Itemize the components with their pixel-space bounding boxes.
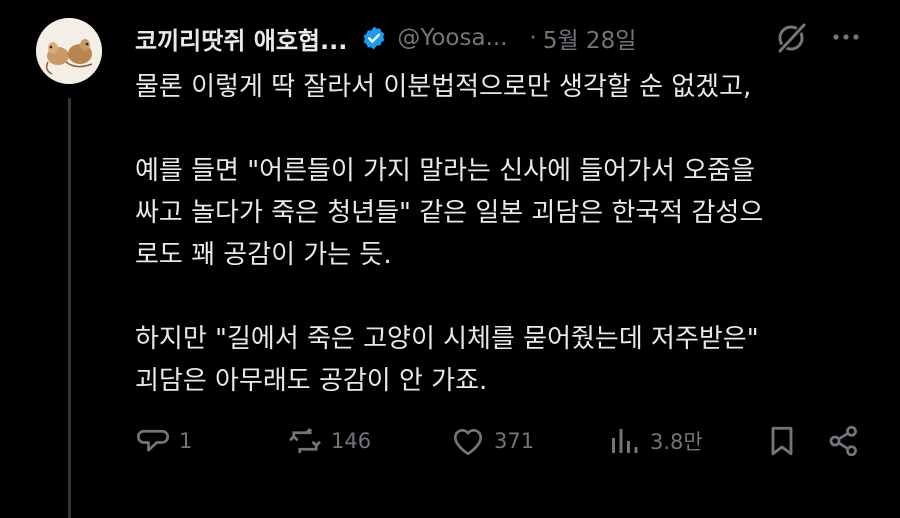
verified-badge-icon [364, 26, 385, 50]
reply-button[interactable]: 1 [135, 418, 192, 464]
share-button[interactable] [826, 418, 862, 464]
post-line: 로도 꽤 공감이 가는 듯. [135, 240, 392, 270]
two-mice-icon [36, 18, 102, 84]
heart-icon [453, 428, 483, 456]
post-line: 물론 이렇게 딱 잘라서 이분법적으로만 생각할 순 없겠고, [135, 72, 752, 102]
views-chart-icon [612, 429, 638, 453]
reply-count: 1 [179, 429, 193, 453]
reply-icon [136, 429, 170, 452]
post-line: 예를 들면 "어른들이 가지 말라는 신사에 들어가서 오줌을 [135, 156, 755, 186]
grok-icon[interactable] [773, 20, 809, 56]
repost-button[interactable]: 146 [287, 418, 371, 464]
author-name[interactable]: 코끼리땃쥐 애호협... [135, 21, 347, 56]
views-button[interactable]: 3.8만 [606, 418, 703, 464]
share-icon [829, 425, 857, 457]
avatar[interactable] [36, 18, 102, 84]
separator-dot: · [529, 25, 537, 51]
repost-count: 146 [331, 429, 372, 453]
repost-icon [289, 428, 321, 453]
bookmark-button[interactable] [764, 418, 800, 464]
author-handle[interactable]: @Yoosa... [397, 25, 507, 51]
post-body: 물론 이렇게 딱 잘라서 이분법적으로만 생각할 순 없겠고, 예를 들면 "어… [135, 66, 875, 402]
post-header: 코끼리땃쥐 애호협... @Yoosa... · 5월 28일 [135, 18, 636, 58]
post-line: 하지만 "길에서 죽은 고양이 시체를 묻어줬는데 저주받은" [135, 324, 759, 354]
views-count: 3.8만 [650, 430, 703, 454]
action-bar: 1 146 371 3.8만 [0, 418, 900, 464]
post-line: 괴담은 아무래도 공감이 안 가죠. [135, 366, 488, 396]
post-line: 싸고 놀다가 죽은 청년들" 같은 일본 괴담은 한국적 감성으 [135, 198, 764, 228]
bookmark-icon [771, 426, 793, 456]
post-date[interactable]: 5월 28일 [543, 21, 637, 55]
like-button[interactable]: 371 [450, 418, 534, 464]
more-options-icon[interactable] [826, 22, 866, 52]
like-count: 371 [494, 429, 535, 453]
